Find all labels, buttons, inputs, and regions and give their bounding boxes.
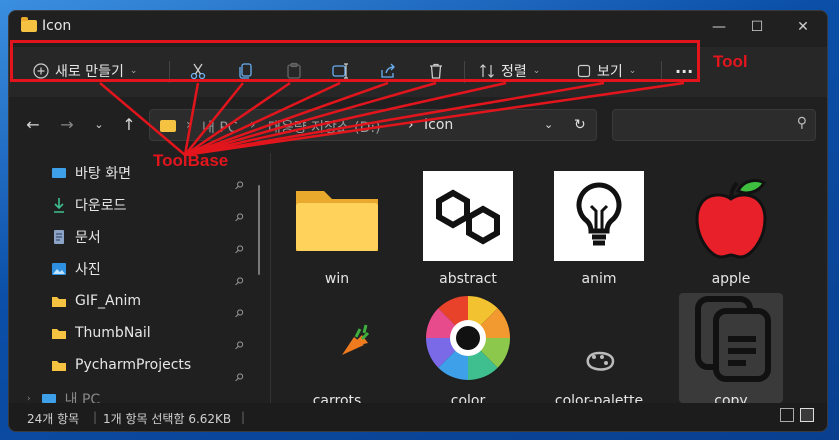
toolbase-annotation-label: ToolBase [153,151,229,170]
annotation-lines [99,81,685,157]
